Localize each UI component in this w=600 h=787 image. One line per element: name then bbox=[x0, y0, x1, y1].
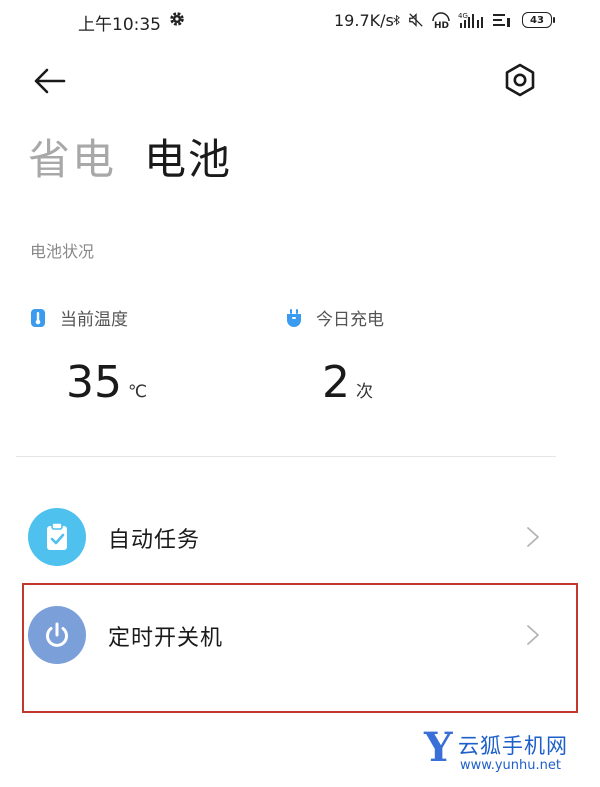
network-speed: 19.7K/s bbox=[334, 11, 394, 30]
watermark-url: www.yunhu.net bbox=[460, 758, 561, 773]
section-label-battery-status: 电池状况 bbox=[30, 242, 95, 261]
list-item-label: 自动任务 bbox=[108, 528, 201, 553]
status-time: 上午10:35 bbox=[78, 15, 161, 35]
stat-charges-unit: 次 bbox=[356, 382, 373, 402]
thermometer-icon bbox=[31, 308, 45, 327]
tab-power-saving[interactable]: 省电 bbox=[28, 126, 116, 187]
list-item-auto-tasks[interactable]: 自动任务 bbox=[24, 500, 578, 576]
divider bbox=[16, 456, 556, 457]
settings-gear-icon bbox=[170, 12, 184, 26]
hexagon-settings-icon[interactable] bbox=[502, 62, 538, 98]
stat-temperature: 当前温度 35 ℃ bbox=[30, 305, 147, 408]
stat-temperature-value: 35 bbox=[66, 357, 122, 408]
status-icons: HD 4G 43 bbox=[392, 10, 555, 30]
clipboard-check-icon bbox=[28, 508, 86, 566]
stat-charges-value: 2 bbox=[322, 357, 350, 408]
plug-icon bbox=[287, 308, 301, 327]
arrow-left-icon[interactable] bbox=[30, 64, 68, 98]
svg-text:HD: HD bbox=[434, 21, 449, 29]
stat-charges-today: 今日充电 2 次 bbox=[286, 305, 384, 408]
bluetooth-icon bbox=[393, 14, 400, 26]
watermark-logo: Y 云狐手机网 www.yunhu.net bbox=[424, 724, 594, 782]
wifi-icon bbox=[493, 14, 510, 27]
power-icon bbox=[28, 606, 86, 664]
svg-text:4G: 4G bbox=[458, 12, 468, 20]
stat-temperature-unit: ℃ bbox=[128, 382, 148, 402]
chevron-right-icon bbox=[527, 527, 539, 547]
signal-4g-icon: 4G bbox=[458, 12, 483, 28]
status-bar: 上午10:35 19.7K/s HD 4G 43 bbox=[0, 0, 600, 42]
stat-charges-label: 今日充电 bbox=[316, 310, 384, 330]
tab-bar: 省电 电池 bbox=[28, 126, 232, 187]
battery-icon: 43 bbox=[522, 12, 555, 28]
list-item-scheduled-power[interactable]: 定时开关机 bbox=[24, 598, 578, 698]
chevron-right-icon bbox=[527, 625, 539, 645]
battery-level: 43 bbox=[530, 14, 544, 26]
watermark-name: 云狐手机网 bbox=[458, 734, 568, 758]
list-item-label: 定时开关机 bbox=[108, 626, 224, 651]
hd-icon: HD bbox=[432, 12, 450, 29]
mute-icon bbox=[409, 13, 423, 27]
watermark-letter: Y bbox=[424, 724, 453, 771]
tab-battery[interactable]: 电池 bbox=[144, 126, 232, 187]
stat-temperature-label: 当前温度 bbox=[60, 310, 128, 330]
